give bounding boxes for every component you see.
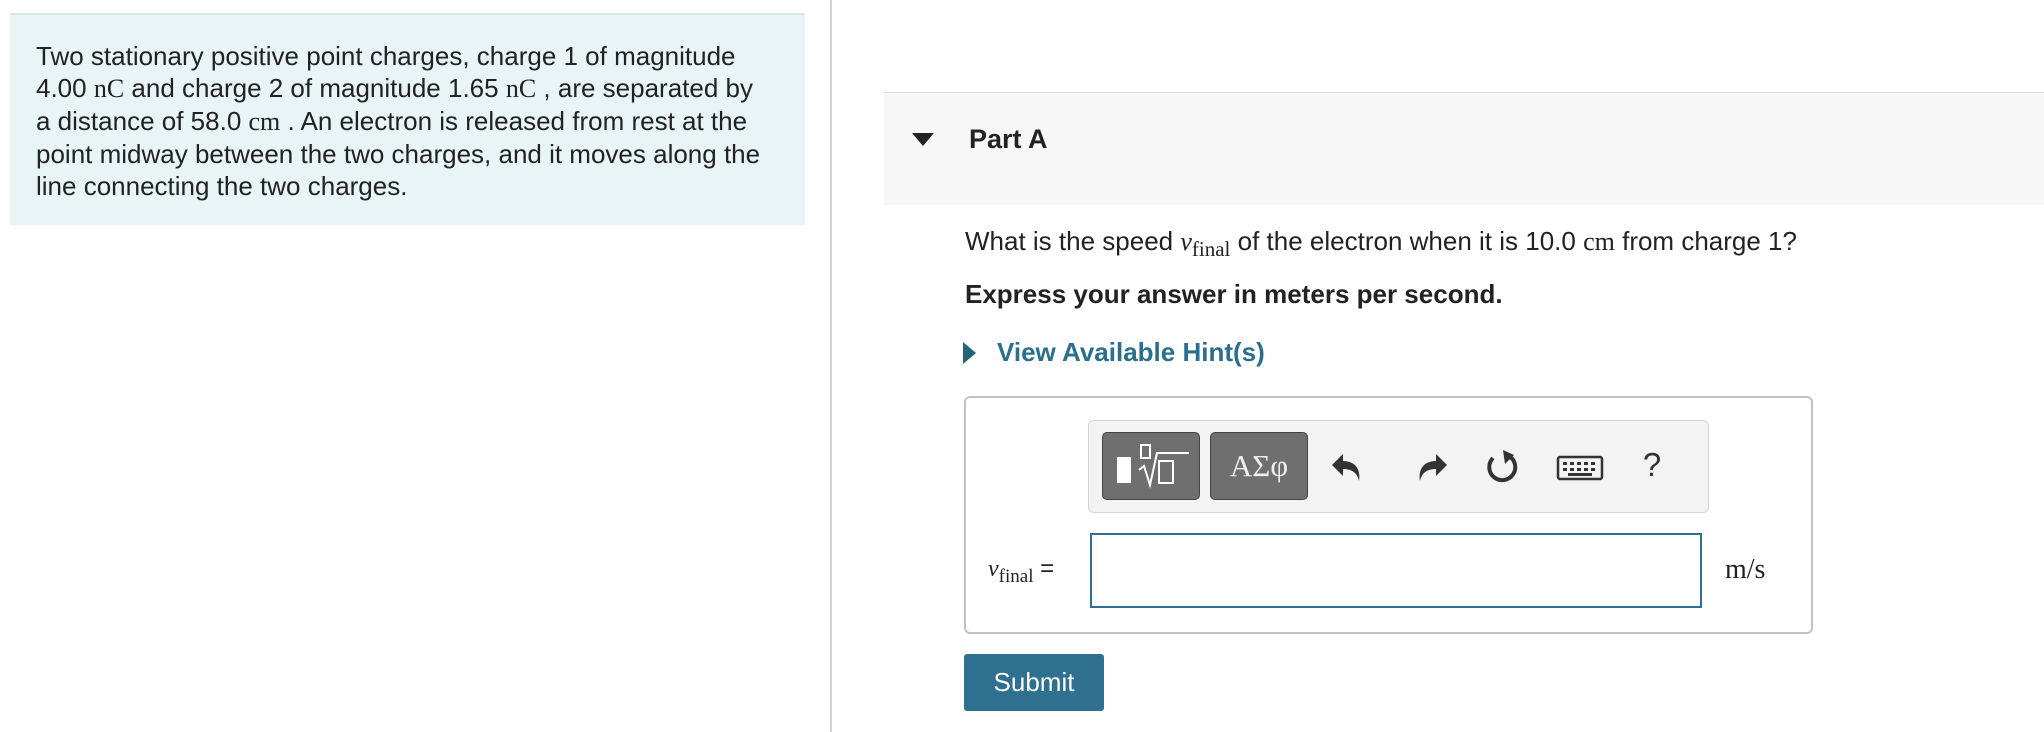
expand-caret-icon[interactable] (963, 342, 976, 364)
charge2-value: 1.65 (448, 73, 499, 103)
problem-text: Two stationary positive point charges, c… (36, 41, 736, 71)
answer-var-sub: final (998, 565, 1034, 587)
answer-var: v (988, 556, 999, 582)
problem-text: . An electron is released from rest at t… (287, 106, 748, 136)
problem-statement: Two stationary positive point charges, c… (10, 13, 805, 225)
template-button[interactable] (1102, 432, 1200, 500)
column-divider (830, 0, 832, 732)
charge1-value: 4.00 (36, 73, 87, 103)
submit-button[interactable]: Submit (964, 654, 1104, 711)
problem-text: a distance of (36, 106, 184, 136)
question-pre: What is the speed (965, 226, 1174, 256)
problem-text: line connecting the two charges. (36, 171, 408, 201)
question-mid: of the electron when it is (1237, 226, 1519, 256)
velocity-sub: final (1191, 237, 1231, 262)
answer-instruction: Express your answer in meters per second… (965, 279, 1503, 309)
collapse-caret-icon[interactable] (912, 133, 934, 146)
part-header[interactable]: Part A (884, 92, 2044, 205)
problem-text: and charge 2 of magnitude (131, 73, 441, 103)
equals-sign: = (1040, 555, 1055, 582)
redo-icon[interactable] (1406, 443, 1450, 491)
question-post: from charge 1? (1622, 226, 1797, 256)
velocity-symbol: vfinal (1180, 227, 1230, 261)
part-title: Part A (969, 124, 1048, 154)
answer-label: vfinal = (988, 555, 1054, 588)
template-icon (1117, 444, 1189, 489)
distance-unit: cm (248, 107, 281, 136)
question-distance: 10.0 (1525, 226, 1576, 256)
greek-symbols-button[interactable]: ΑΣφ (1210, 432, 1308, 500)
math-toolbar: ΑΣφ ? (1088, 420, 1709, 513)
answer-input[interactable] (1090, 533, 1702, 608)
view-hints-link[interactable]: View Available Hint(s) (997, 337, 1265, 368)
keyboard-icon[interactable] (1555, 443, 1605, 491)
answer-unit: m/s (1725, 554, 1766, 585)
problem-text: , are separated by (543, 73, 753, 103)
undo-icon[interactable] (1329, 443, 1373, 491)
question-text: What is the speed vfinal of the electron… (965, 226, 1797, 262)
charge2-unit: nC (505, 74, 537, 103)
distance-value: 58.0 (190, 106, 242, 136)
reset-icon[interactable] (1481, 443, 1525, 491)
help-icon[interactable]: ? (1637, 443, 1667, 491)
question-distance-unit: cm (1583, 227, 1615, 256)
problem-text: point midway between the two charges, an… (36, 139, 761, 169)
answer-variable: vfinal (988, 556, 1033, 587)
velocity-var: v (1180, 227, 1192, 256)
charge1-unit: nC (93, 74, 125, 103)
